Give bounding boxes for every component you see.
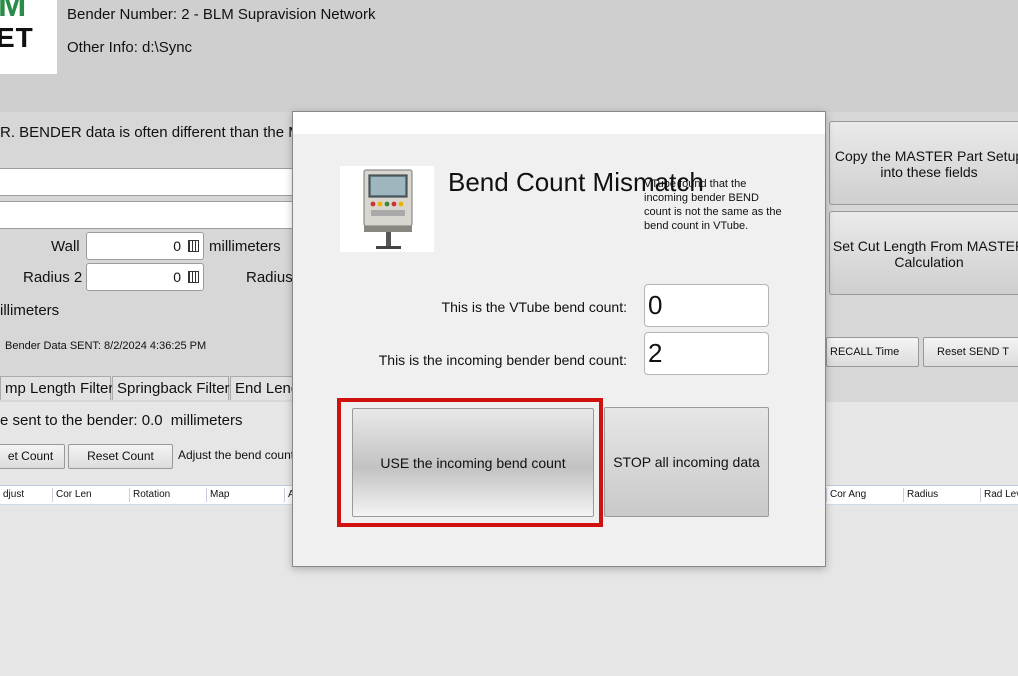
company-logo: M ET [0,0,57,74]
radius-label: Radius [246,269,293,286]
column-header[interactable]: Cor Len [52,488,92,502]
bender-number-label: Bender Number: 2 - BLM Supravision Netwo… [67,6,376,23]
tab-springback-filter[interactable]: Springback Filter [112,376,230,400]
sent-value-label: e sent to the bender: 0.0 millimeters [0,412,243,429]
text-field-1[interactable] [0,168,298,196]
dialog-info-text: VTube found that the incoming bender BEN… [644,178,782,232]
bender-note-text: R. BENDER data is often different than t… [0,124,311,141]
column-header[interactable]: Map [206,488,229,502]
wall-unit-label: millimeters [209,238,281,255]
tab-bump-length-filter[interactable]: mp Length Filter [0,376,113,400]
set-count-button[interactable]: et Count [0,444,65,469]
copy-master-setup-button[interactable]: Copy the MASTER Part Setup into these fi… [829,121,1018,205]
vtube-count-field[interactable]: 0 [644,284,769,327]
adjust-count-label: Adjust the bend count [178,448,295,462]
reset-count-button[interactable]: Reset Count [68,444,173,469]
incoming-count-field[interactable]: 2 [644,332,769,375]
wall-input[interactable]: 0 [86,232,204,260]
incoming-count-label: This is the incoming bender bend count: [378,352,627,368]
stop-incoming-data-button[interactable]: STOP all incoming data [604,407,769,517]
bender-data-sent-label: Bender Data SENT: 8/2/2024 4:36:25 PM [5,340,207,352]
highlight-box [337,398,603,527]
recall-time-button[interactable]: RECALL Time [826,337,919,367]
vtube-count-label: This is the VTube bend count: [441,299,627,315]
other-info-label: Other Info: d:\Sync [67,39,193,56]
set-cut-length-button[interactable]: Set Cut Length From MASTER Calculation [829,211,1018,295]
column-header[interactable]: djust [0,488,24,502]
dialog-title-bar [293,112,825,134]
tab-end-length[interactable]: End Leng [230,376,300,400]
column-header[interactable]: Rotation [129,488,170,502]
text-field-2[interactable] [0,201,298,229]
calculator-icon[interactable] [188,271,199,283]
wall-label: Wall [51,238,80,255]
reset-send-time-button[interactable]: Reset SEND T [923,337,1018,367]
radius2-input[interactable]: 0 [86,263,204,291]
column-header[interactable]: Cor Ang [826,488,866,502]
column-header[interactable]: Rad Lev [980,488,1018,502]
units-label: illimeters [0,302,60,319]
calculator-icon[interactable] [188,240,199,252]
radius2-label: Radius 2 [23,269,83,286]
bender-machine-icon [340,166,434,252]
column-header[interactable]: Radius [903,488,938,502]
